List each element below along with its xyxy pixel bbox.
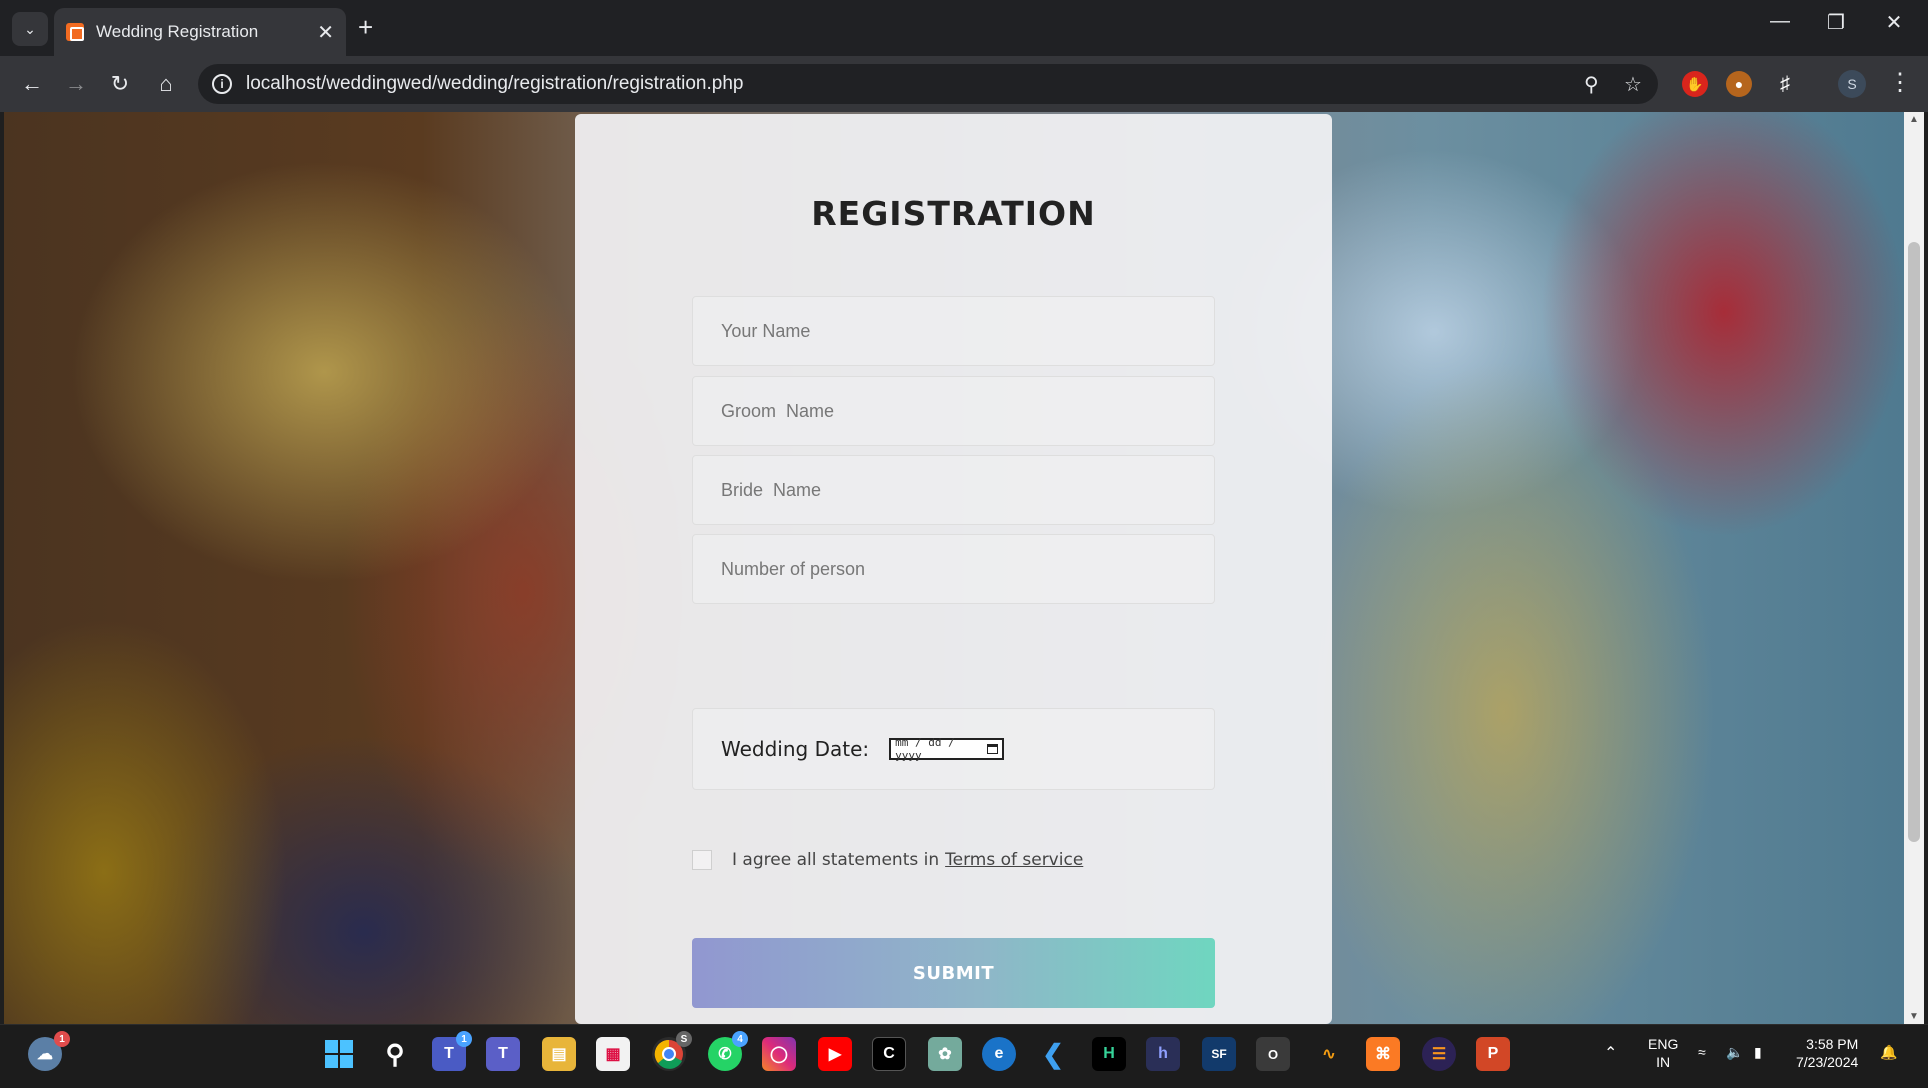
browser-toolbar: ← → ↻ ⌂ i localhost/weddingwed/wedding/r…	[0, 56, 1928, 112]
search-icon[interactable]: ⚲	[378, 1037, 412, 1071]
terms-of-service-link[interactable]: Terms of service	[945, 850, 1083, 870]
windows-start-icon[interactable]	[322, 1037, 356, 1071]
language-indicator[interactable]: ENG IN	[1648, 1035, 1678, 1071]
submit-button[interactable]: SUBMIT	[692, 938, 1215, 1008]
new-tab-icon[interactable]: +	[358, 12, 373, 42]
wedding-date-label: Wedding Date:	[721, 737, 870, 761]
profile-avatar[interactable]: S	[1838, 70, 1866, 98]
terms-agreement: I agree all statements in Terms of servi…	[692, 850, 1083, 870]
terms-checkbox[interactable]	[692, 850, 712, 870]
tab-search-dropdown-icon[interactable]: ⌄	[12, 12, 48, 46]
bride-name-input[interactable]	[693, 456, 1214, 524]
persons-field	[692, 534, 1215, 604]
clock[interactable]: 3:58 PM 7/23/2024	[1796, 1035, 1858, 1071]
notification-bell-icon[interactable]: 🔔	[1880, 1043, 1897, 1061]
chevron-up-icon[interactable]: ⌃	[1604, 1045, 1617, 1063]
agree-text: I agree all statements in	[732, 850, 940, 870]
groom-name-field	[692, 376, 1215, 446]
scroll-up-icon[interactable]: ▲	[1904, 114, 1924, 125]
extension-icon[interactable]: ♯	[1772, 71, 1798, 97]
url-text: localhost/weddingwed/wedding/registratio…	[246, 73, 744, 94]
xampp-icon[interactable]: ⌘	[1366, 1037, 1400, 1071]
microsoft-store-icon[interactable]: ▦	[596, 1037, 630, 1071]
minimize-icon[interactable]: —	[1760, 10, 1800, 33]
volume-icon[interactable]: 🔈	[1726, 1043, 1743, 1061]
file-explorer-icon[interactable]: ▤	[542, 1037, 576, 1071]
bookmark-star-icon[interactable]: ☆	[1624, 72, 1642, 97]
reload-icon[interactable]: ↻	[106, 70, 134, 98]
page-scrollbar[interactable]: ▲ ▼	[1904, 112, 1924, 1024]
weather-badge: 1	[54, 1031, 70, 1047]
zoom-icon[interactable]: ⚲	[1584, 72, 1599, 97]
wedding-date-input[interactable]: mm / dd / yyyy	[889, 736, 1005, 762]
chrome-badge: S	[676, 1031, 692, 1047]
whatsapp-badge: 4	[732, 1031, 748, 1047]
forward-icon[interactable]: →	[62, 70, 90, 98]
xampp-favicon-icon	[66, 23, 84, 41]
sf-app-icon[interactable]: SF	[1202, 1037, 1236, 1071]
edge-icon[interactable]: e	[982, 1037, 1016, 1071]
browser-tab[interactable]: Wedding Registration ✕	[54, 8, 346, 56]
teams-icon[interactable]: T	[486, 1037, 520, 1071]
powerpoint-icon[interactable]: P	[1476, 1037, 1510, 1071]
registration-card: REGISTRATION Wedding Date: mm / dd / yyy…	[575, 114, 1332, 1024]
chrome-icon[interactable]: S	[652, 1031, 692, 1071]
your-name-input[interactable]	[693, 297, 1214, 365]
tab-close-icon[interactable]: ✕	[317, 20, 334, 45]
weather-widget-icon[interactable]: ☁ 1	[28, 1031, 70, 1071]
number-of-person-input[interactable]	[693, 535, 1214, 603]
extension-cookie-icon[interactable]: ●	[1726, 71, 1752, 97]
capcut-icon[interactable]: C	[872, 1037, 906, 1071]
hashnode-icon[interactable]: h	[1146, 1037, 1180, 1071]
menu-icon[interactable]: ⋮	[1888, 68, 1912, 97]
battery-icon[interactable]: ▮	[1754, 1043, 1762, 1061]
site-info-icon[interactable]: i	[212, 74, 232, 94]
date-input-placeholder: mm / dd / yyyy	[895, 736, 955, 762]
page-background: REGISTRATION Wedding Date: mm / dd / yyy…	[4, 112, 1904, 1024]
extension-adblock-icon[interactable]: ✋	[1682, 71, 1708, 97]
your-name-field	[692, 296, 1215, 366]
youtube-icon[interactable]: ▶	[818, 1037, 852, 1071]
wifi-icon[interactable]: ≈	[1698, 1043, 1706, 1061]
taskbar: ☁ 1 ⚲ T1 T ▤ ▦ S ✆ 4 ◯ ▶ C ✿ e ❮ H h SF O …	[0, 1024, 1928, 1088]
vscode-icon[interactable]: ❮	[1036, 1037, 1070, 1071]
eclipse-icon[interactable]: ☰	[1422, 1037, 1456, 1071]
scrollbar-thumb[interactable]	[1908, 242, 1920, 842]
tab-title: Wedding Registration	[96, 22, 259, 41]
scroll-down-icon[interactable]: ▼	[1904, 1011, 1924, 1022]
language-primary: ENG	[1648, 1036, 1679, 1052]
obs-icon[interactable]: O	[1256, 1037, 1290, 1071]
page-title: REGISTRATION	[811, 194, 1096, 233]
clock-time: 3:58 PM	[1806, 1036, 1859, 1052]
restore-icon[interactable]: ❐	[1816, 10, 1856, 35]
tab-strip: ⌄ Wedding Registration ✕ + — ❐ ✕	[0, 0, 1928, 56]
back-icon[interactable]: ←	[18, 70, 46, 98]
teams-badge: 1	[456, 1031, 472, 1047]
groom-name-input[interactable]	[693, 377, 1214, 445]
close-window-icon[interactable]: ✕	[1874, 10, 1914, 35]
teams-chat-icon[interactable]: T1	[432, 1031, 472, 1071]
sublime-icon[interactable]: ∿	[1312, 1037, 1346, 1071]
whatsapp-icon[interactable]: ✆ 4	[708, 1031, 748, 1071]
address-bar[interactable]: i localhost/weddingwed/wedding/registrat…	[198, 64, 1658, 104]
instagram-icon[interactable]: ◯	[762, 1037, 796, 1071]
bride-name-field	[692, 455, 1215, 525]
hackerrank-icon[interactable]: H	[1092, 1037, 1126, 1071]
clock-date: 7/23/2024	[1796, 1054, 1859, 1070]
calendar-icon[interactable]	[987, 744, 999, 754]
chatgpt-icon[interactable]: ✿	[928, 1037, 962, 1071]
home-icon[interactable]: ⌂	[152, 70, 180, 98]
language-secondary: IN	[1656, 1054, 1671, 1070]
wedding-date-field: Wedding Date: mm / dd / yyyy	[692, 708, 1215, 790]
